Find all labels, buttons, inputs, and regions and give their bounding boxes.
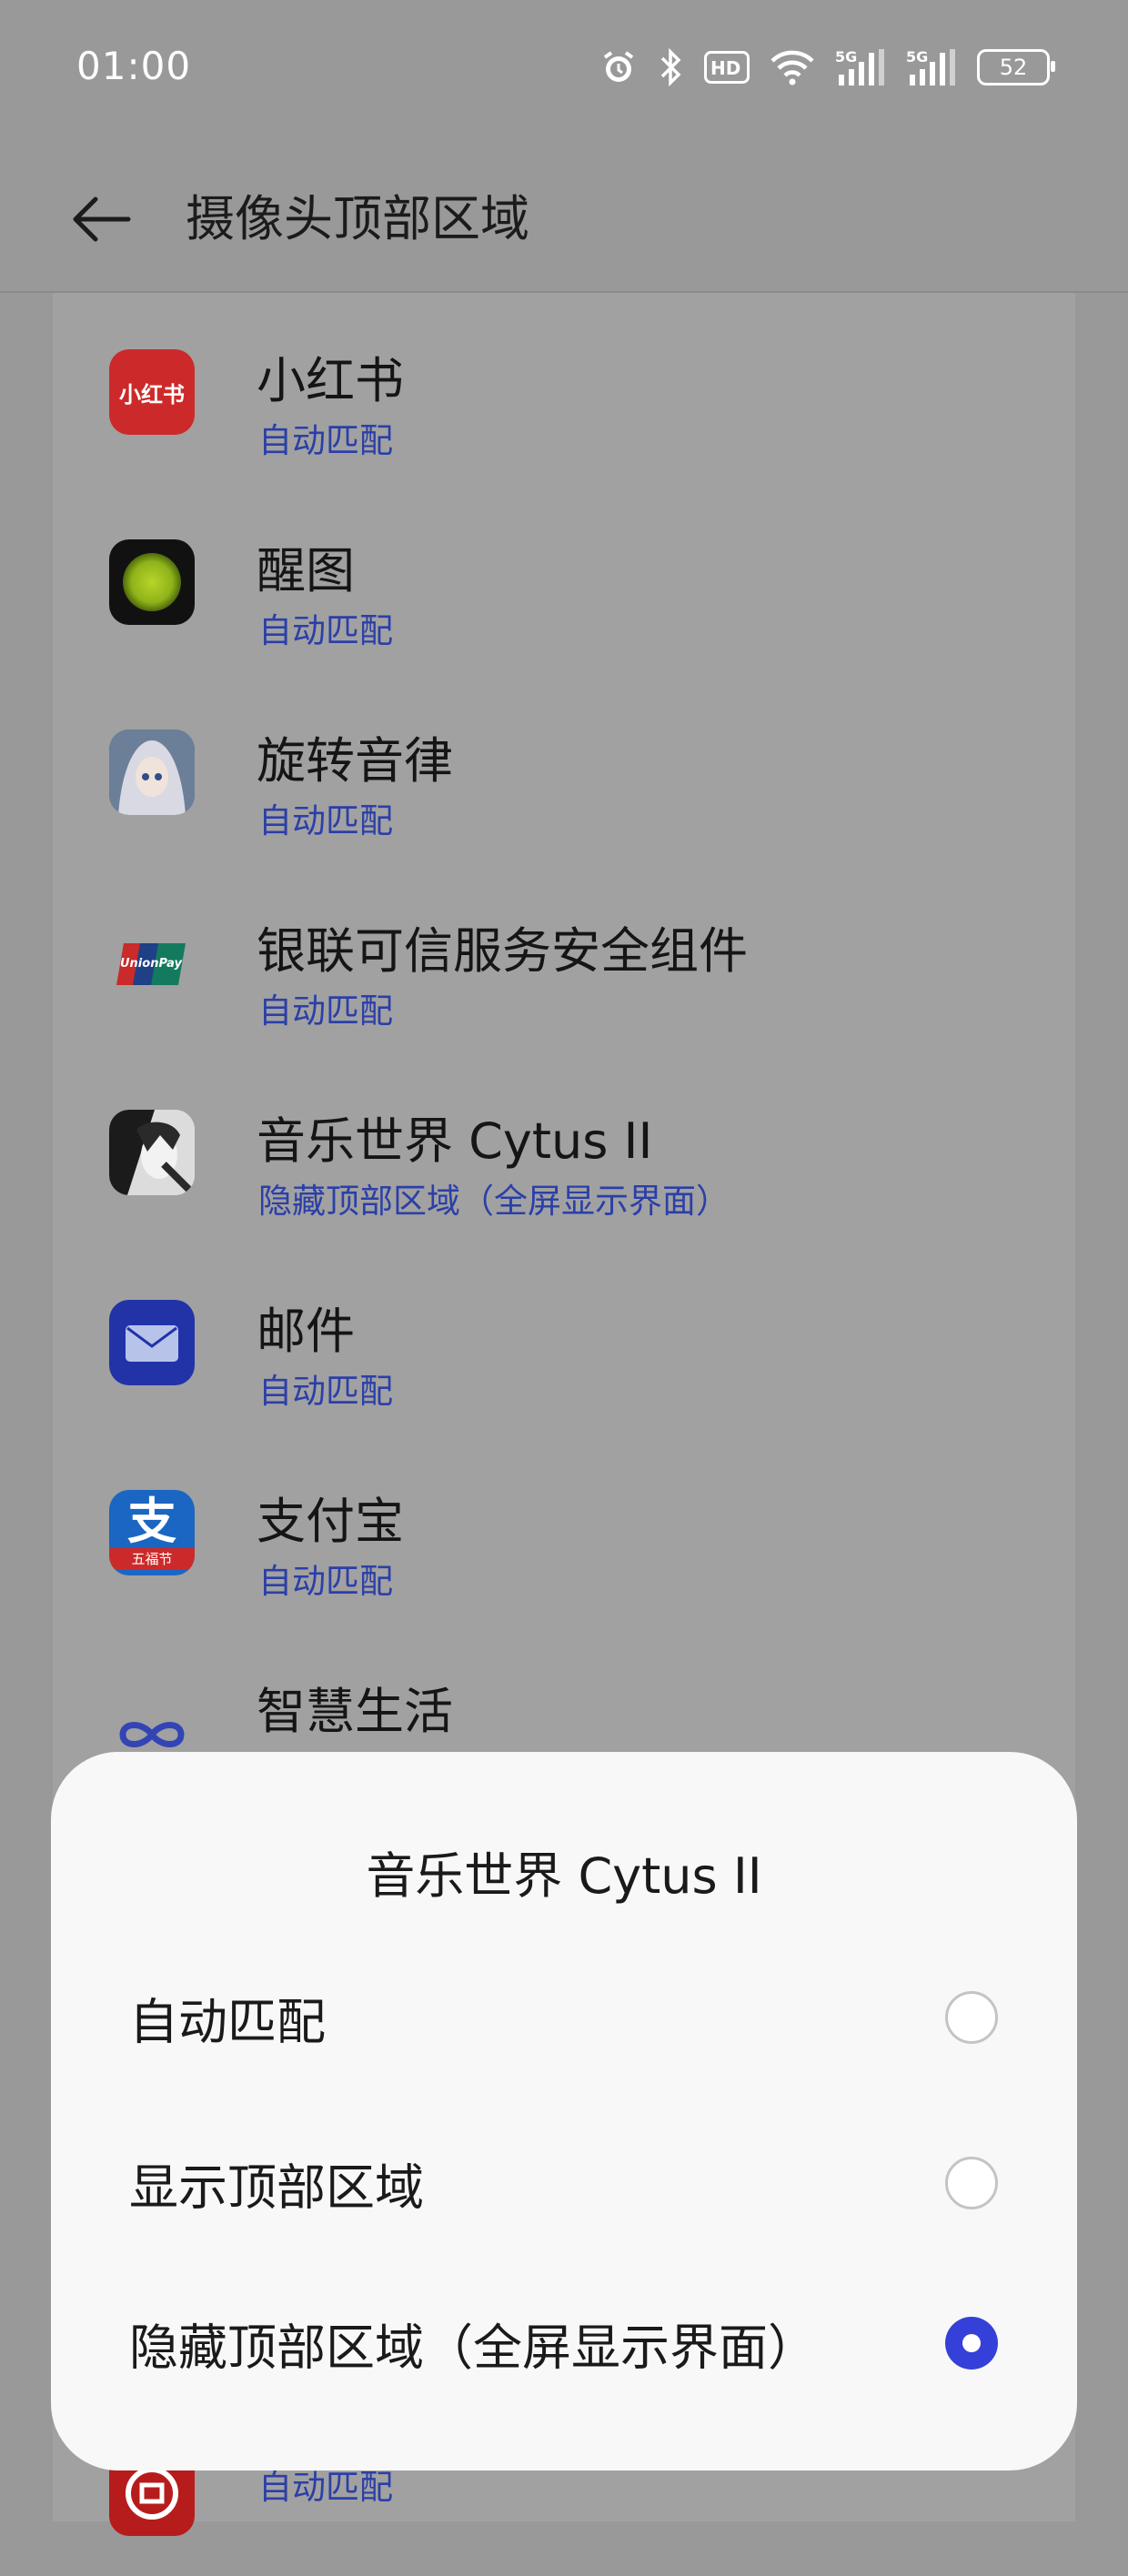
mode-dialog: 音乐世界 Cytus II 自动匹配 显示顶部区域 隐藏顶部区域（全屏显示界面） [51,1752,1077,2470]
option-auto-match[interactable]: 自动匹配 [51,1945,1077,2090]
wifi-icon [770,49,815,86]
radio-button[interactable] [945,2157,998,2209]
back-button[interactable] [64,182,138,257]
list-item-mail[interactable]: 邮件 自动匹配 [53,1243,1075,1425]
xiaohongshu-icon: 小红书 [109,349,195,435]
svg-text:UnionPay: UnionPay [120,957,183,971]
battery-level: 52 [999,55,1028,80]
radio-button-selected[interactable] [945,2317,998,2370]
list-item-xiaohongshu[interactable]: 小红书 小红书 自动匹配 [53,293,1075,475]
alipay-icon-subtext: 五福节 [109,1548,195,1570]
list-item-xingtu[interactable]: 醒图 自动匹配 [53,483,1075,665]
app-name: 银联可信服务安全组件 [257,922,748,980]
mail-icon [109,1300,195,1385]
app-name: 音乐世界 Cytus II [257,1112,653,1170]
list-item-unionpay[interactable]: UnionPay 银联可信服务安全组件 自动匹配 [53,863,1075,1045]
list-item-alipay[interactable]: 支 五福节 支付宝 自动匹配 [53,1434,1075,1615]
option-label: 显示顶部区域 [129,2158,424,2217]
unionpay-icon: UnionPay [109,920,195,1005]
alipay-icon-text: 支 [127,1493,176,1550]
app-name: 小红书 [257,352,404,409]
app-name: 智慧生活 [257,1683,453,1740]
alarm-icon [600,49,637,86]
status-bar: 01:00 HD 5G 5G 52 [0,0,1128,136]
cytus-icon [109,1110,195,1195]
option-label: 隐藏顶部区域（全屏显示界面） [129,2319,817,2377]
option-hide-top-area[interactable]: 隐藏顶部区域（全屏显示界面） [51,2270,1077,2416]
app-mode: 自动匹配 [258,421,393,460]
status-icons: HD 5G 5G 52 [600,42,1055,93]
app-mode: 自动匹配 [258,1372,393,1411]
app-mode: 自动匹配 [258,991,393,1031]
option-show-top-area[interactable]: 显示顶部区域 [51,2110,1077,2256]
battery-icon: 52 [977,49,1055,86]
app-name: 邮件 [257,1303,355,1360]
app-name: 醒图 [257,542,355,599]
list-item-xuanzhuanyinlv[interactable]: 旋转音律 自动匹配 [53,673,1075,855]
dialog-title: 音乐世界 Cytus II [366,1847,762,1905]
hd-icon: HD [704,51,750,84]
xuanzhuanyinlv-icon [109,730,195,815]
5g-signal-icon: 5G [906,47,957,87]
svg-text:5G: 5G [906,48,928,65]
app-bar: 摄像头顶部区域 [0,136,1128,293]
svg-text:HD: HD [710,57,740,79]
app-mode: 自动匹配 [258,1562,393,1601]
option-label: 自动匹配 [129,1993,326,2051]
app-mode: 隐藏顶部区域（全屏显示界面） [258,1182,730,1221]
app-mode: 自动匹配 [258,611,393,650]
alipay-icon: 支 五福节 [109,1490,195,1575]
app-name: 旋转音律 [257,732,453,790]
page-title: 摄像头顶部区域 [186,190,529,247]
radio-button[interactable] [945,1991,998,2044]
status-time: 01:00 [76,44,192,88]
xiaohongshu-icon-text: 小红书 [119,381,185,408]
app-mode: 自动匹配 [258,801,393,840]
5g-signal-icon: 5G [835,47,886,87]
app-name: 支付宝 [257,1493,404,1550]
xingtu-icon [109,539,195,625]
arrow-left-icon [73,196,131,242]
svg-text:5G: 5G [835,48,857,65]
list-item-cytus[interactable]: 音乐世界 Cytus II 隐藏顶部区域（全屏显示界面） [53,1053,1075,1235]
bluetooth-icon [657,47,684,87]
